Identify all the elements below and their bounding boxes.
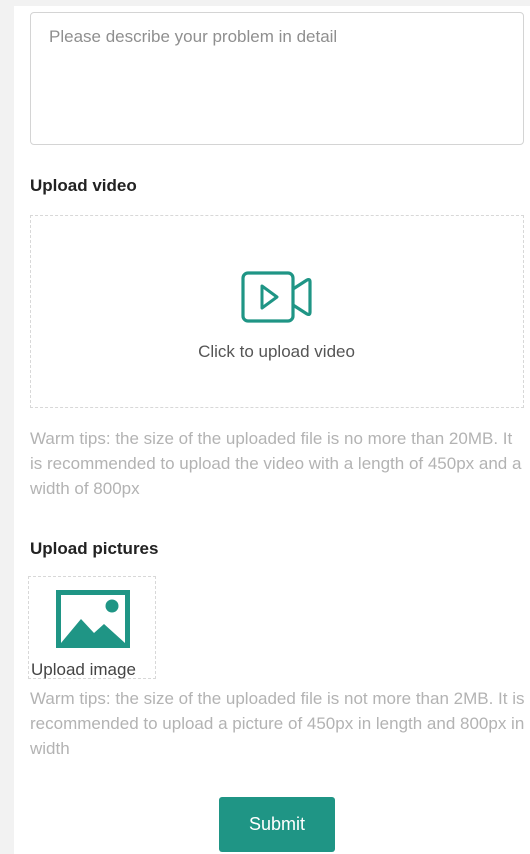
upload-video-heading: Upload video: [30, 176, 137, 195]
upload-video-label[interactable]: Click to upload video: [0, 342, 530, 362]
submit-button[interactable]: Submit: [219, 797, 335, 852]
video-warm-tip: Warm tips: the size of the uploaded file…: [30, 429, 522, 498]
top-background-strip: [0, 0, 530, 6]
left-background-strip: [0, 0, 14, 854]
image-icon[interactable]: [56, 590, 130, 648]
image-warm-tip: Warm tips: the size of the uploaded file…: [30, 689, 525, 758]
upload-pictures-heading: Upload pictures: [30, 539, 159, 558]
problem-description-field[interactable]: [30, 12, 524, 145]
upload-image-label[interactable]: Upload image: [31, 660, 136, 680]
problem-description-input[interactable]: [31, 13, 523, 144]
video-camera-icon[interactable]: [241, 271, 313, 323]
